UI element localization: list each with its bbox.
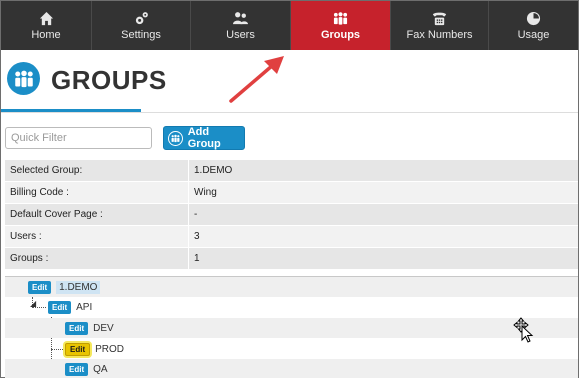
add-group-button[interactable]: Add Group	[163, 126, 245, 150]
info-label: Billing Code :	[5, 182, 189, 203]
tree-node-label[interactable]: 1.DEMO	[56, 280, 101, 294]
info-label: Default Cover Page :	[5, 204, 189, 225]
edit-button[interactable]: Edit	[65, 362, 89, 376]
info-row-selected-group: Selected Group: 1.DEMO	[5, 159, 578, 181]
groups-icon	[168, 130, 183, 146]
info-value: 1	[194, 253, 200, 264]
info-label: Groups :	[5, 248, 189, 269]
tree-node-label[interactable]: PROD	[95, 344, 124, 355]
home-icon	[39, 11, 53, 25]
nav-users-label: Users	[226, 28, 255, 41]
settings-icon	[135, 11, 148, 24]
tree-node-label[interactable]: API	[76, 302, 92, 313]
edit-button[interactable]: Edit	[48, 300, 72, 314]
groups-icon	[333, 11, 348, 25]
info-value: 3	[194, 231, 200, 242]
tree-node-qa: Edit QA	[5, 359, 578, 378]
nav-usage-label: Usage	[517, 28, 550, 41]
edit-button-highlighted[interactable]: Edit	[65, 342, 91, 356]
nav-fax-numbers[interactable]: Fax Numbers	[391, 1, 489, 50]
edit-button[interactable]: Edit	[65, 321, 89, 335]
info-row-users: Users : 3	[5, 225, 578, 247]
info-label: Selected Group:	[5, 160, 189, 181]
tree-node-api: Edit API	[5, 297, 578, 317]
add-group-label: Add Group	[187, 126, 221, 150]
tree-node-label[interactable]: QA	[93, 364, 107, 375]
fax-icon	[432, 12, 447, 25]
group-tree: ◢ ◢ Edit 1.DEMO Edit API Edit DEV Edit P…	[5, 276, 578, 378]
nav-users[interactable]: Users	[191, 1, 291, 50]
info-value: 1.DEMO	[194, 165, 233, 176]
info-row-billing-code: Billing Code : Wing	[5, 181, 578, 203]
nav-usage[interactable]: Usage	[489, 1, 578, 50]
pie-chart-icon	[526, 11, 541, 25]
info-value: Wing	[194, 187, 217, 198]
quick-filter-input[interactable]	[5, 127, 152, 149]
nav-settings-label: Settings	[121, 28, 161, 41]
header-underline	[1, 109, 141, 112]
info-row-groups: Groups : 1	[5, 247, 578, 269]
nav-fax-numbers-label: Fax Numbers	[406, 28, 473, 41]
info-label: Users :	[5, 226, 189, 247]
info-value: -	[194, 209, 198, 220]
tree-node-label[interactable]: DEV	[93, 323, 114, 334]
nav-home[interactable]: Home	[1, 1, 92, 50]
tree-node-prod: Edit PROD	[5, 339, 578, 359]
nav-groups[interactable]: Groups	[291, 1, 391, 50]
users-icon	[233, 11, 248, 24]
nav-groups-label: Groups	[320, 28, 361, 41]
nav-settings[interactable]: Settings	[92, 1, 191, 50]
groups-header-icon	[7, 62, 40, 95]
nav-home-label: Home	[31, 28, 61, 41]
tree-node-1-demo: Edit 1.DEMO	[5, 277, 578, 297]
group-info-table: Selected Group: 1.DEMO Billing Code : Wi…	[5, 159, 578, 269]
edit-button[interactable]: Edit	[28, 280, 52, 294]
page-title: GROUPS	[51, 65, 167, 95]
info-row-default-cover-page: Default Cover Page : -	[5, 203, 578, 225]
tree-node-dev: Edit DEV	[5, 318, 578, 338]
top-nav: Home Settings Users Groups Fax Numbers U…	[1, 1, 578, 50]
